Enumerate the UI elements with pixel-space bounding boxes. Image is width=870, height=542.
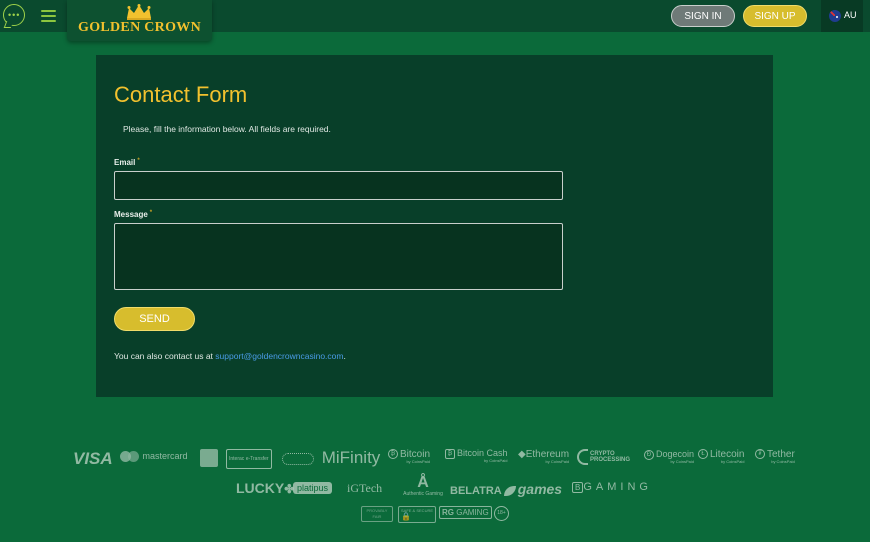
crypto-processing-logo: CRYPTO PROCESSING bbox=[577, 449, 630, 465]
message-label: Message * bbox=[114, 210, 153, 219]
bitcoin-cash-logo: ₿ Bitcoin Cash by CoinsPaid bbox=[445, 448, 508, 463]
email-label: Email * bbox=[114, 158, 140, 167]
igtech-logo: iGTech bbox=[347, 481, 383, 495]
mastercard-circles-icon bbox=[120, 451, 140, 463]
email-field[interactable] bbox=[114, 171, 563, 200]
contact-line: You can also contact us at support@golde… bbox=[114, 351, 346, 361]
belatra-logo: BELATRA games bbox=[450, 481, 563, 497]
dogecoin-logo: Ð Dogecoin by CoinsPaid bbox=[644, 449, 694, 464]
chat-icon[interactable]: ••• bbox=[3, 4, 25, 28]
crown-icon bbox=[127, 4, 151, 20]
interac-logo: Interac e-Transfer bbox=[226, 449, 272, 469]
logo-text: GOLDEN CROWN bbox=[78, 20, 201, 35]
au-flag-icon bbox=[829, 10, 841, 22]
crypto-processing-icon bbox=[577, 449, 588, 465]
lock-icon: 🔒 bbox=[401, 512, 411, 521]
menu-icon[interactable] bbox=[41, 10, 56, 22]
amex-logo-icon bbox=[200, 449, 218, 467]
responsible-gaming-badge: RG GAMING bbox=[439, 506, 492, 519]
mastercard-logo: mastercard bbox=[120, 451, 188, 463]
infinity-icon bbox=[282, 452, 314, 465]
age-restriction-badge: 18+ bbox=[494, 506, 509, 521]
dogecoin-icon: Ð bbox=[644, 449, 654, 460]
send-button[interactable]: SEND bbox=[114, 307, 195, 331]
safe-secure-badge: SAFE & SECURE 🔒 bbox=[398, 506, 436, 523]
language-code: AU bbox=[844, 10, 857, 20]
message-field[interactable] bbox=[114, 223, 563, 290]
mifinity-logo: MiFinity bbox=[282, 448, 380, 468]
bitcoin-logo: ₿ Bitcoin by CoinsPaid bbox=[388, 449, 430, 464]
bgaming-logo: B GAMING bbox=[572, 481, 652, 493]
visa-logo: VISA bbox=[73, 449, 113, 468]
bgaming-icon: B bbox=[572, 482, 584, 493]
golden-crown-logo[interactable]: GOLDEN CROWN bbox=[67, 0, 212, 41]
ethereum-logo: ◆Ethereum by CoinsPaid bbox=[518, 449, 570, 464]
ethereum-icon: ◆ bbox=[518, 449, 526, 460]
lucky-logo: LUCKY✤ bbox=[236, 480, 295, 496]
tether-logo: ₮ Tether by CoinsPaid bbox=[755, 449, 795, 464]
page-title: Contact Form bbox=[114, 82, 248, 107]
rg-icon: RG bbox=[442, 508, 454, 517]
language-selector[interactable]: AU bbox=[821, 0, 863, 32]
form-intro: Please, fill the information below. All … bbox=[123, 124, 331, 134]
authentic-gaming-logo: Å Authentic Gaming bbox=[403, 474, 443, 498]
sign-in-button[interactable]: SIGN IN bbox=[671, 5, 735, 27]
top-bar: ••• GOLDEN CROWN SIGN IN SIGN UP AU bbox=[0, 0, 870, 41]
provably-fair-badge: PROVABLY FAIR bbox=[361, 506, 393, 522]
support-email-link[interactable]: support@goldencrowncasino.com bbox=[215, 351, 343, 361]
authentic-gaming-icon: Å bbox=[417, 474, 429, 491]
litecoin-icon: Ł bbox=[698, 449, 708, 460]
litecoin-logo: Ł Litecoin by CoinsPaid bbox=[698, 449, 744, 464]
bitcoin-icon: ₿ bbox=[388, 449, 398, 460]
tether-icon: ₮ bbox=[755, 449, 765, 460]
bitcoin-cash-icon: ₿ bbox=[445, 448, 455, 459]
platipus-logo: platipus bbox=[293, 482, 333, 494]
sign-up-button[interactable]: SIGN UP bbox=[743, 5, 807, 27]
leaf-icon bbox=[503, 486, 516, 497]
